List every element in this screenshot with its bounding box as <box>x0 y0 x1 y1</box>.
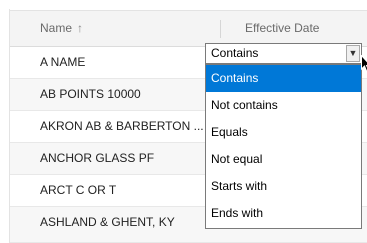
filter-operator-value: Contains <box>211 46 259 60</box>
name-cell: ASHLAND & GHENT, KY <box>40 215 175 229</box>
column-header-effective-date-label: Effective Date <box>245 21 320 35</box>
name-cell: AKRON AB & BARBERTON ... <box>40 119 204 133</box>
option-not-equal[interactable]: Not equal <box>206 146 361 173</box>
grid-header: Name ↑ Effective Date <box>10 10 367 47</box>
option-not-contains[interactable]: Not contains <box>206 92 361 119</box>
column-separator[interactable] <box>220 20 221 38</box>
option-ends-with[interactable]: Ends with <box>206 200 361 227</box>
column-header-name-label: Name <box>40 21 73 35</box>
option-equals[interactable]: Equals <box>206 119 361 146</box>
option-starts-with[interactable]: Starts with <box>206 173 361 200</box>
name-cell: AB POINTS 10000 <box>40 87 141 101</box>
name-cell: ARCT C OR T <box>40 183 117 197</box>
chevron-down-icon[interactable]: ▼ <box>346 45 360 62</box>
name-cell: A NAME <box>40 55 86 69</box>
column-header-name[interactable]: Name ↑ <box>40 11 83 46</box>
filter-operator-select[interactable]: Contains ▼ <box>205 43 362 64</box>
column-header-effective-date[interactable]: Effective Date <box>245 11 319 46</box>
name-cell: ANCHOR GLASS PF <box>40 151 155 165</box>
option-contains[interactable]: Contains <box>206 65 361 92</box>
filter-operator-options: Contains Not contains Equals Not equal S… <box>205 64 362 229</box>
mouse-pointer-icon <box>361 55 367 73</box>
sort-ascending-icon[interactable]: ↑ <box>77 21 83 35</box>
